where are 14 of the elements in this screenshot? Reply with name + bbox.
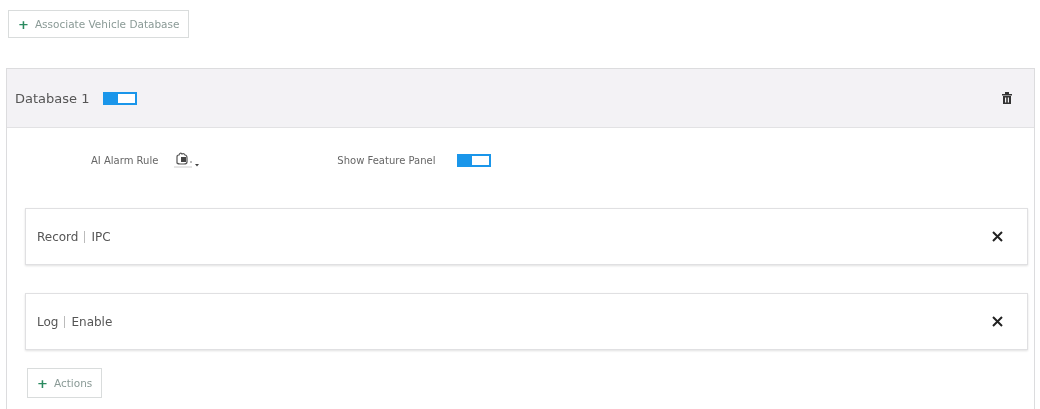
feature-panel-toggle[interactable]	[457, 153, 492, 167]
action-value: Enable	[71, 314, 113, 329]
close-icon[interactable]	[992, 316, 1003, 327]
close-icon[interactable]	[992, 231, 1003, 242]
action-name: Log	[37, 314, 59, 329]
action-value: IPC	[91, 229, 111, 244]
add-action-button[interactable]: + Actions	[27, 368, 103, 398]
database-title: Database 1	[15, 90, 90, 106]
show-feature-panel-label: Show Feature Panel	[337, 154, 436, 166]
ai-alarm-rule-label: AI Alarm Rule	[91, 154, 159, 166]
delete-icon[interactable]	[1002, 92, 1012, 104]
action-name: Record	[37, 229, 79, 244]
database-toggle[interactable]	[103, 91, 138, 105]
associate-database-button[interactable]: + Associate Vehicle Database	[8, 10, 190, 38]
